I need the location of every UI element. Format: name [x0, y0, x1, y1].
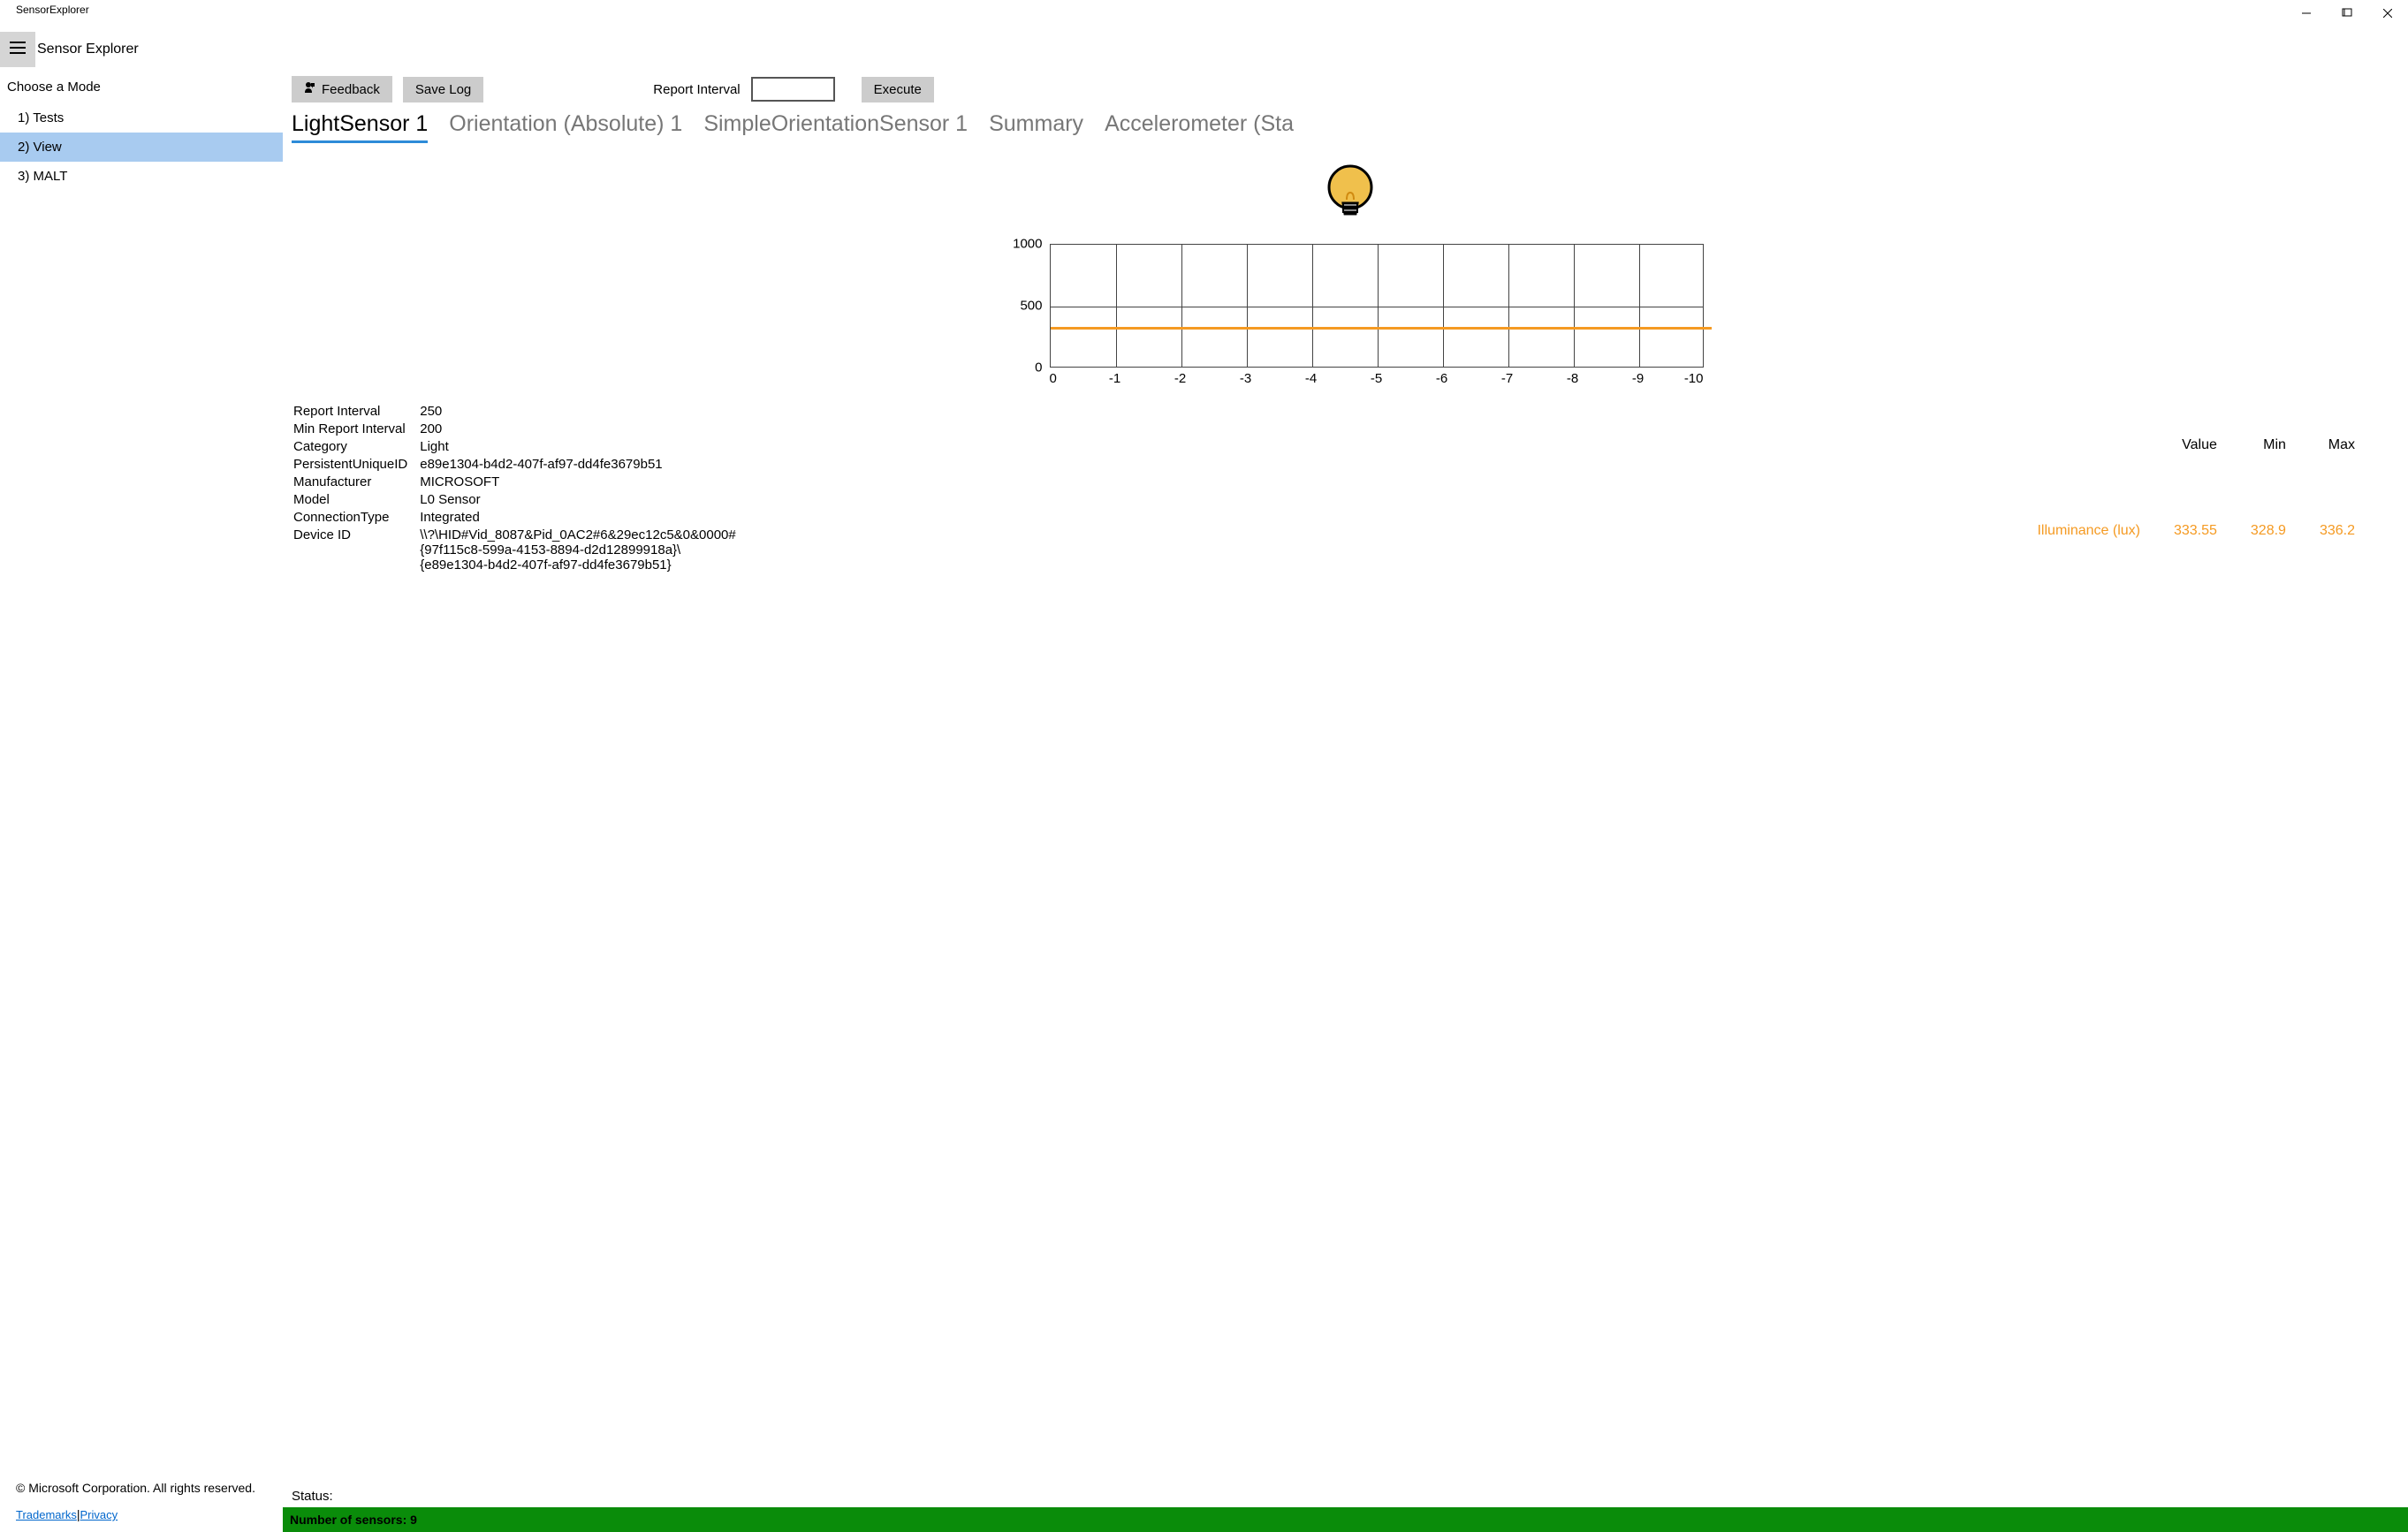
chart-series-line: [1051, 327, 1712, 330]
x-axis-labels: 0 -1 -2 -3 -4 -5 -6 -7 -8 -9 -10: [1050, 368, 1704, 386]
tab-summary[interactable]: Summary: [989, 111, 1083, 143]
trademarks-link[interactable]: Trademarks: [16, 1508, 77, 1521]
report-interval-input[interactable]: [751, 77, 835, 102]
hamburger-button[interactable]: [0, 32, 35, 67]
illuminance-chart: 1000 500 0: [997, 244, 1704, 386]
execute-button[interactable]: Execute: [862, 77, 934, 102]
info-row: ManufacturerMICROSOFT: [293, 474, 747, 490]
tab-simple-orientation[interactable]: SimpleOrientationSensor 1: [703, 111, 968, 143]
y-tick-500: 500: [1020, 299, 1042, 314]
savelog-button[interactable]: Save Log: [403, 77, 483, 102]
info-row: ConnectionTypeIntegrated: [293, 510, 747, 526]
chart-container: 1000 500 0: [292, 244, 2408, 386]
sensor-count-bar: Number of sensors: 9: [283, 1507, 2408, 1532]
feedback-label: Feedback: [322, 82, 380, 97]
info-row: ModelL0 Sensor: [293, 492, 747, 508]
readings-header: Value Min Max: [2021, 404, 2371, 488]
minimize-button[interactable]: [2286, 0, 2327, 27]
report-interval-label: Report Interval: [653, 82, 740, 97]
sidebar-footer: © Microsoft Corporation. All rights rese…: [0, 1481, 283, 1532]
app-title: Sensor Explorer: [35, 42, 139, 57]
sidebar: Choose a Mode 1) Tests 2) View 3) MALT ©…: [0, 71, 283, 1532]
execute-label: Execute: [874, 82, 922, 97]
tab-orientation-absolute[interactable]: Orientation (Absolute) 1: [449, 111, 682, 143]
sidebar-item-malt[interactable]: 3) MALT: [0, 162, 283, 191]
sensor-icon-row: [292, 157, 2408, 244]
window-controls: [2286, 0, 2408, 27]
info-row: PersistentUniqueIDe89e1304-b4d2-407f-af9…: [293, 457, 747, 473]
copyright-text: © Microsoft Corporation. All rights rese…: [16, 1481, 276, 1507]
tab-accelerometer[interactable]: Accelerometer (Sta: [1105, 111, 1294, 143]
app-header: Sensor Explorer: [0, 28, 2408, 71]
sidebar-item-tests[interactable]: 1) Tests: [0, 103, 283, 133]
close-button[interactable]: [2367, 0, 2408, 27]
readings-row: Illuminance (lux) 333.55 328.9 336.2: [2021, 489, 2371, 573]
chart-grid: [1050, 244, 1704, 368]
y-tick-1000: 1000: [1013, 237, 1042, 252]
info-row: Device ID\\?\HID#Vid_8087&Pid_0AC2#6&29e…: [293, 527, 747, 573]
toolbar: Feedback Save Log Report Interval Execut…: [292, 71, 2408, 110]
info-row: Min Report Interval200: [293, 421, 747, 437]
sidebar-item-label: 2) View: [18, 140, 62, 155]
lightbulb-icon: [1324, 161, 1377, 235]
tab-lightsensor[interactable]: LightSensor 1: [292, 111, 428, 143]
window-title: SensorExplorer: [0, 0, 96, 16]
sensor-info-table: Report Interval250 Min Report Interval20…: [292, 402, 748, 575]
info-row: CategoryLight: [293, 439, 747, 455]
feedback-icon: [304, 81, 316, 97]
sidebar-item-view[interactable]: 2) View: [0, 133, 283, 162]
stats-row: Report Interval250 Min Report Interval20…: [292, 386, 2408, 575]
sidebar-item-label: 1) Tests: [18, 110, 64, 125]
sidebar-heading: Choose a Mode: [0, 76, 283, 103]
main-content: Feedback Save Log Report Interval Execut…: [283, 71, 2408, 1532]
y-tick-0: 0: [1035, 360, 1042, 375]
status-label: Status:: [292, 1485, 2408, 1507]
sidebar-item-label: 3) MALT: [18, 169, 67, 184]
feedback-button[interactable]: Feedback: [292, 76, 392, 102]
window-titlebar: SensorExplorer: [0, 0, 2408, 28]
readings-table: Value Min Max Illuminance (lux) 333.55 3…: [2019, 402, 2373, 575]
menu-icon: [10, 42, 26, 57]
maximize-button[interactable]: [2327, 0, 2367, 27]
privacy-link[interactable]: Privacy: [80, 1508, 118, 1521]
savelog-label: Save Log: [415, 82, 471, 97]
sensor-tabs: LightSensor 1 Orientation (Absolute) 1 S…: [292, 110, 2408, 148]
info-row: Report Interval250: [293, 404, 747, 420]
